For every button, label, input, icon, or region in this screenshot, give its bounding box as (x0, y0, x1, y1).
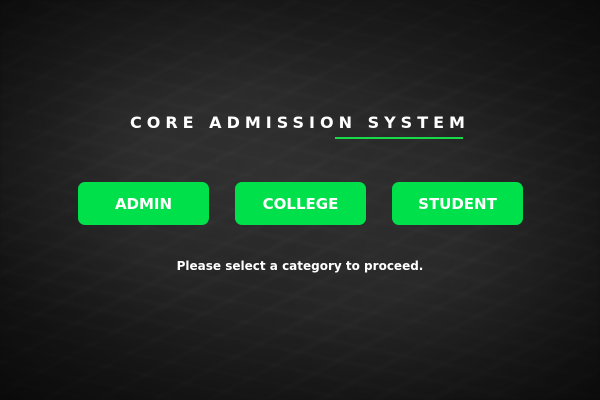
college-button[interactable]: COLLEGE (235, 182, 366, 225)
admin-button[interactable]: ADMIN (78, 182, 209, 225)
landing-page: CORE ADMISSION SYSTEM ADMIN COLLEGE STUD… (0, 0, 600, 400)
instruction-text: Please select a category to proceed. (176, 259, 424, 273)
title-underline (335, 137, 463, 139)
student-button[interactable]: STUDENT (392, 182, 523, 225)
page-title: CORE ADMISSION SYSTEM (130, 113, 470, 132)
